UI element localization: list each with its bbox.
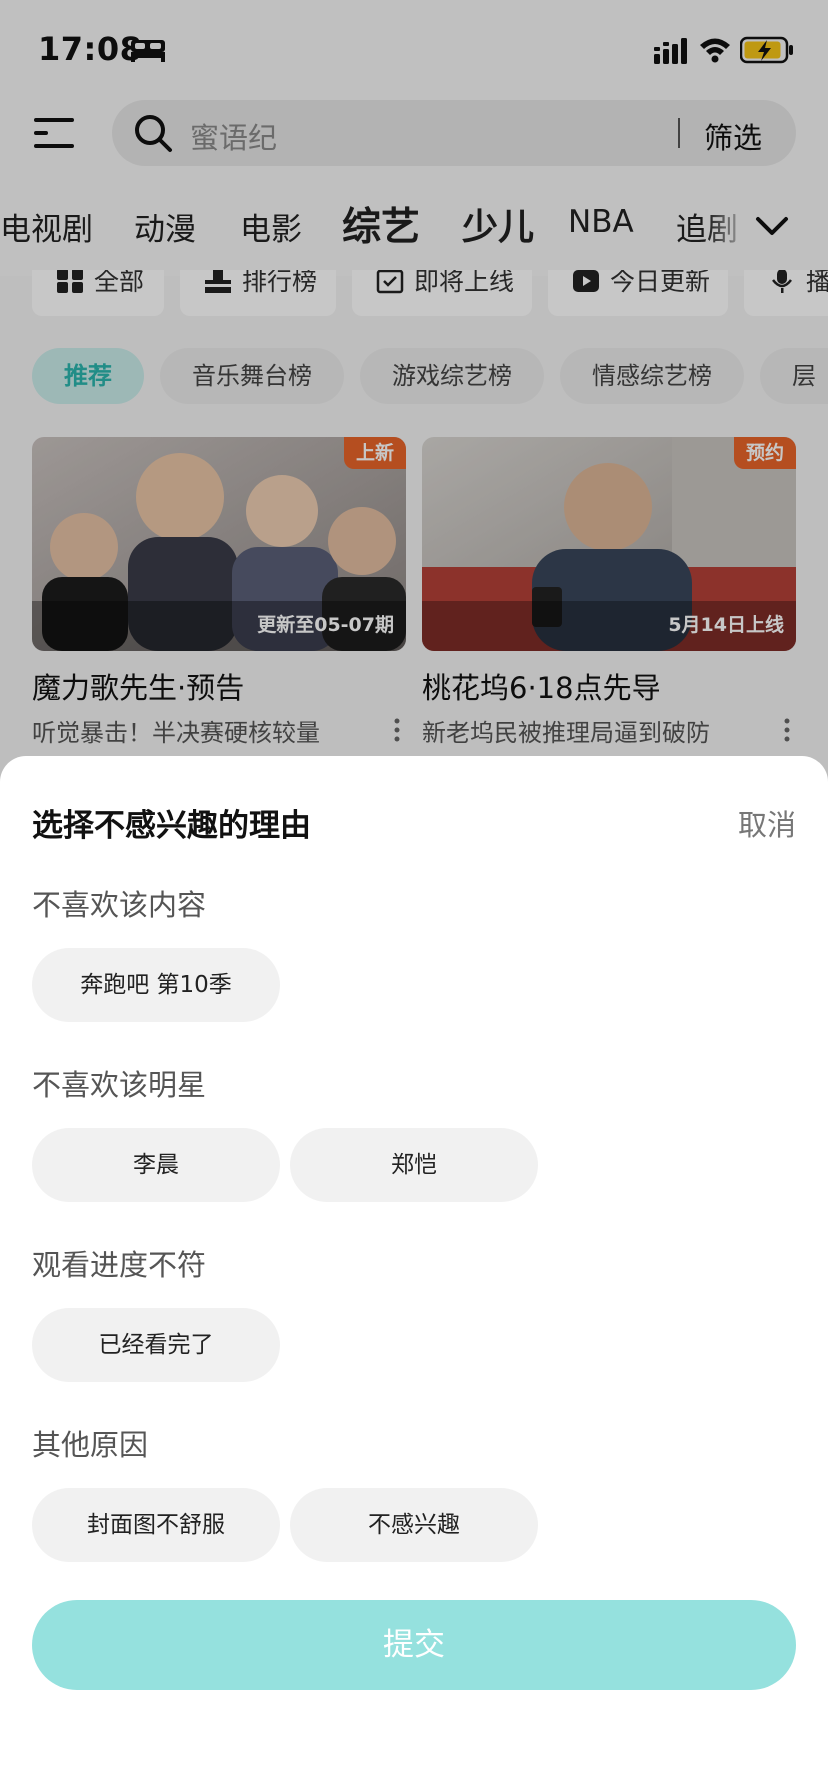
cancel-button[interactable]: 取消: [738, 802, 796, 844]
submit-button[interactable]: 提交: [32, 1600, 796, 1690]
section-title-star: 不喜欢该明星: [32, 1068, 207, 1102]
section-title-progress: 观看进度不符: [32, 1248, 207, 1282]
dislike-reason-sheet: 选择不感兴趣的理由 取消 不喜欢该内容 奔跑吧 第10季 不喜欢该明星 李晨 郑…: [0, 756, 828, 1792]
reason-chip[interactable]: 郑恺: [290, 1128, 538, 1202]
reason-chip[interactable]: 不感兴趣: [290, 1488, 538, 1562]
section-title-other: 其他原因: [32, 1428, 149, 1462]
sheet-title: 选择不感兴趣的理由: [32, 808, 311, 844]
reason-chip[interactable]: 奔跑吧 第10季: [32, 948, 280, 1022]
reason-chip[interactable]: 已经看完了: [32, 1308, 280, 1382]
section-title-content: 不喜欢该内容: [32, 888, 207, 922]
reason-chip[interactable]: 封面图不舒服: [32, 1488, 280, 1562]
reason-chip[interactable]: 李晨: [32, 1128, 280, 1202]
